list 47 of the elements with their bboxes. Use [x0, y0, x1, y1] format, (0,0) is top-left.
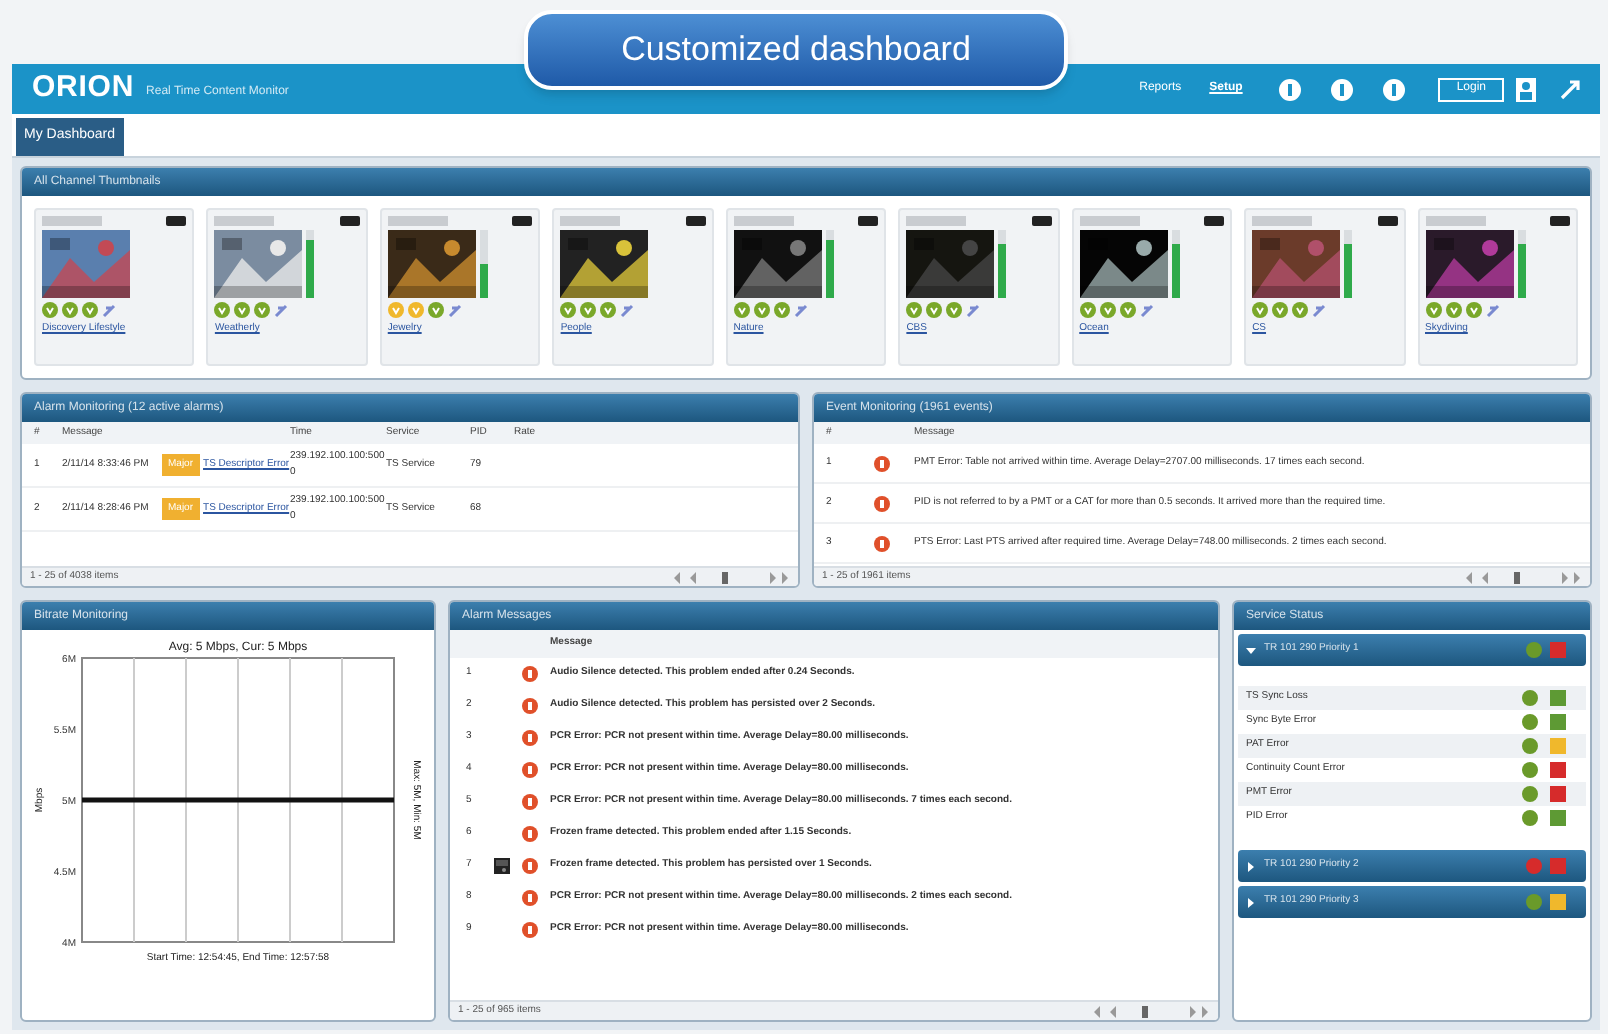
pager-controls-icon [670, 571, 790, 583]
hd-badge-icon [1031, 216, 1052, 226]
link-icon [274, 303, 289, 317]
pager-controls-icon [1090, 1005, 1210, 1017]
link-icon [102, 303, 116, 317]
banner-title: Customized dashboard [524, 10, 1068, 90]
error-icon [522, 794, 538, 810]
error-icon [522, 826, 538, 842]
error-icon [522, 666, 538, 682]
pager-controls-icon [1462, 571, 1582, 583]
error-icon [874, 535, 890, 551]
info-icon [1330, 77, 1355, 101]
link-icon [1312, 303, 1327, 317]
link-icon [447, 303, 462, 317]
link-icon [966, 303, 981, 317]
hd-badge-icon [858, 216, 879, 226]
bitrate-strip-icon [1252, 216, 1313, 226]
bitrate-strip-icon [1079, 216, 1140, 226]
hd-badge-icon [512, 216, 533, 226]
hd-badge-icon [1549, 216, 1570, 226]
error-icon [522, 890, 538, 906]
bitrate-strip-icon [906, 216, 967, 226]
link-icon [1485, 303, 1499, 317]
error-icon [522, 698, 538, 714]
logo: ORION [32, 68, 135, 109]
bitrate-strip-icon [214, 216, 275, 226]
bitrate-strip-icon [733, 216, 794, 226]
bitrate-strip-icon [1425, 216, 1485, 226]
bitrate-strip-icon [560, 216, 621, 226]
link-icon [793, 303, 808, 317]
link-icon [1139, 303, 1154, 317]
error-icon [522, 762, 538, 778]
error-icon [874, 495, 890, 511]
link-icon [620, 303, 635, 317]
hd-badge-icon [1204, 216, 1225, 226]
expand-icon [1560, 79, 1580, 99]
error-icon [522, 858, 538, 874]
hd-badge-icon [339, 216, 360, 226]
hd-badge-icon [1377, 216, 1397, 226]
hd-badge-icon [166, 216, 187, 226]
bitrate-strip-icon [387, 216, 448, 226]
error-icon [874, 455, 890, 471]
error-icon [522, 922, 538, 938]
bitrate-strip-icon [42, 216, 102, 226]
error-icon [522, 730, 538, 746]
user-icon [1516, 77, 1536, 101]
hd-badge-icon [685, 216, 706, 226]
